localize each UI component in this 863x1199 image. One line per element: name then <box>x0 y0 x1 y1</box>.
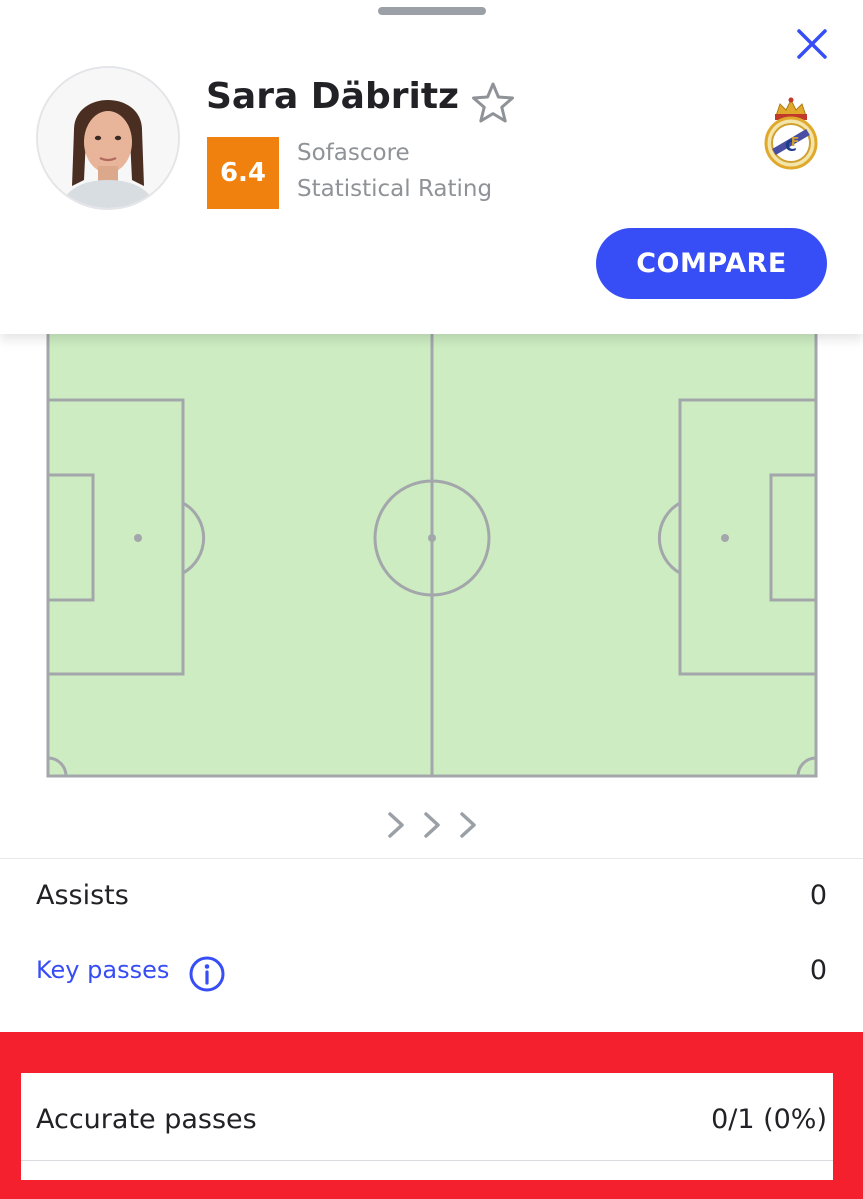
stat-label-accurate-passes: Accurate passes <box>36 1104 257 1135</box>
rating-label: Statistical Rating <box>297 176 493 202</box>
heatmap-pitch <box>40 300 826 790</box>
stat-value-key-passes: 0 <box>809 955 827 986</box>
stat-value-accurate-passes: 0/1 (0%) <box>711 1104 827 1135</box>
player-sheet: Sara Däbritz 6.4 Sofascore Statistical R… <box>0 0 863 1199</box>
svg-text:F: F <box>791 135 799 149</box>
rating-source: Sofascore <box>297 140 410 166</box>
star-outline-icon[interactable] <box>470 80 516 126</box>
stat-value-assists: 0 <box>809 880 827 911</box>
attack-direction-icon <box>380 806 484 844</box>
player-name: Sara Däbritz <box>206 76 460 117</box>
rating-badge: 6.4 <box>207 137 279 209</box>
section-divider <box>0 858 863 859</box>
stat-label-key-passes[interactable]: Key passes <box>36 956 169 984</box>
player-avatar <box>36 66 180 210</box>
compare-button[interactable]: COMPARE <box>596 228 827 299</box>
row-divider <box>21 1160 833 1161</box>
stat-label-assists: Assists <box>36 880 129 911</box>
info-icon[interactable] <box>188 955 226 993</box>
player-header: Sara Däbritz 6.4 Sofascore Statistical R… <box>0 0 863 334</box>
team-crest-icon[interactable]: C F <box>762 96 820 170</box>
close-icon[interactable] <box>794 26 830 62</box>
drag-handle[interactable] <box>378 7 486 15</box>
